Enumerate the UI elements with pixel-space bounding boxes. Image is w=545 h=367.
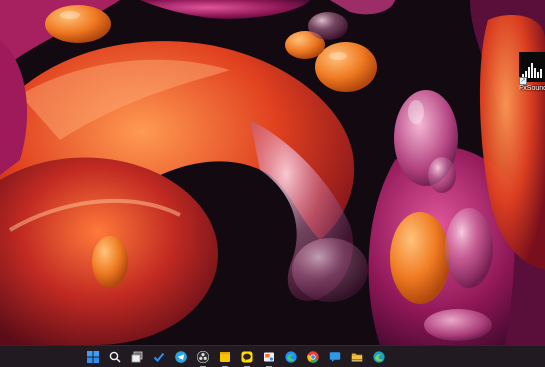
chat-icon — [329, 352, 341, 362]
sticky-notes-icon — [220, 352, 230, 362]
search-icon — [109, 351, 121, 363]
search-button[interactable] — [106, 348, 124, 366]
todo-button[interactable] — [150, 348, 168, 366]
taskbar — [0, 345, 545, 367]
task-view-icon — [131, 351, 143, 363]
sticky-notes-button[interactable] — [216, 348, 234, 367]
edge-button[interactable] — [282, 348, 300, 366]
edge-icon — [285, 351, 297, 363]
shortcut-arrow-icon: ↗ — [519, 77, 527, 85]
kakaotalk-button[interactable] — [238, 348, 256, 367]
obs-button[interactable] — [194, 348, 212, 367]
file-explorer-icon — [351, 353, 363, 362]
desktop-shortcut-fxsound[interactable]: ↗ FxSound — [519, 52, 545, 92]
chat-button[interactable] — [326, 348, 344, 366]
windows-start-icon — [87, 351, 99, 363]
start-button[interactable] — [84, 348, 102, 366]
desktop-wallpaper — [0, 0, 545, 345]
chrome-icon — [307, 351, 319, 363]
task-view-button[interactable] — [128, 348, 146, 366]
fxsound-icon: ↗ — [519, 52, 545, 85]
taskbar-icons — [84, 348, 388, 367]
edge-beta-icon — [373, 351, 385, 363]
telegram-icon — [175, 351, 187, 363]
file-explorer-button[interactable] — [348, 348, 366, 366]
chrome-button[interactable] — [304, 348, 322, 366]
edge-beta-button[interactable] — [370, 348, 388, 366]
wallpaper-art — [0, 0, 545, 345]
snipping-tool-icon — [264, 352, 274, 362]
obs-icon — [197, 351, 209, 363]
todo-checkmark-icon — [153, 352, 165, 362]
snipping-tool-button[interactable] — [260, 348, 278, 367]
kakaotalk-icon — [241, 351, 253, 363]
fxsound-bars — [522, 63, 542, 78]
desktop-shortcut-label: FxSound — [519, 85, 545, 92]
telegram-button[interactable] — [172, 348, 190, 366]
